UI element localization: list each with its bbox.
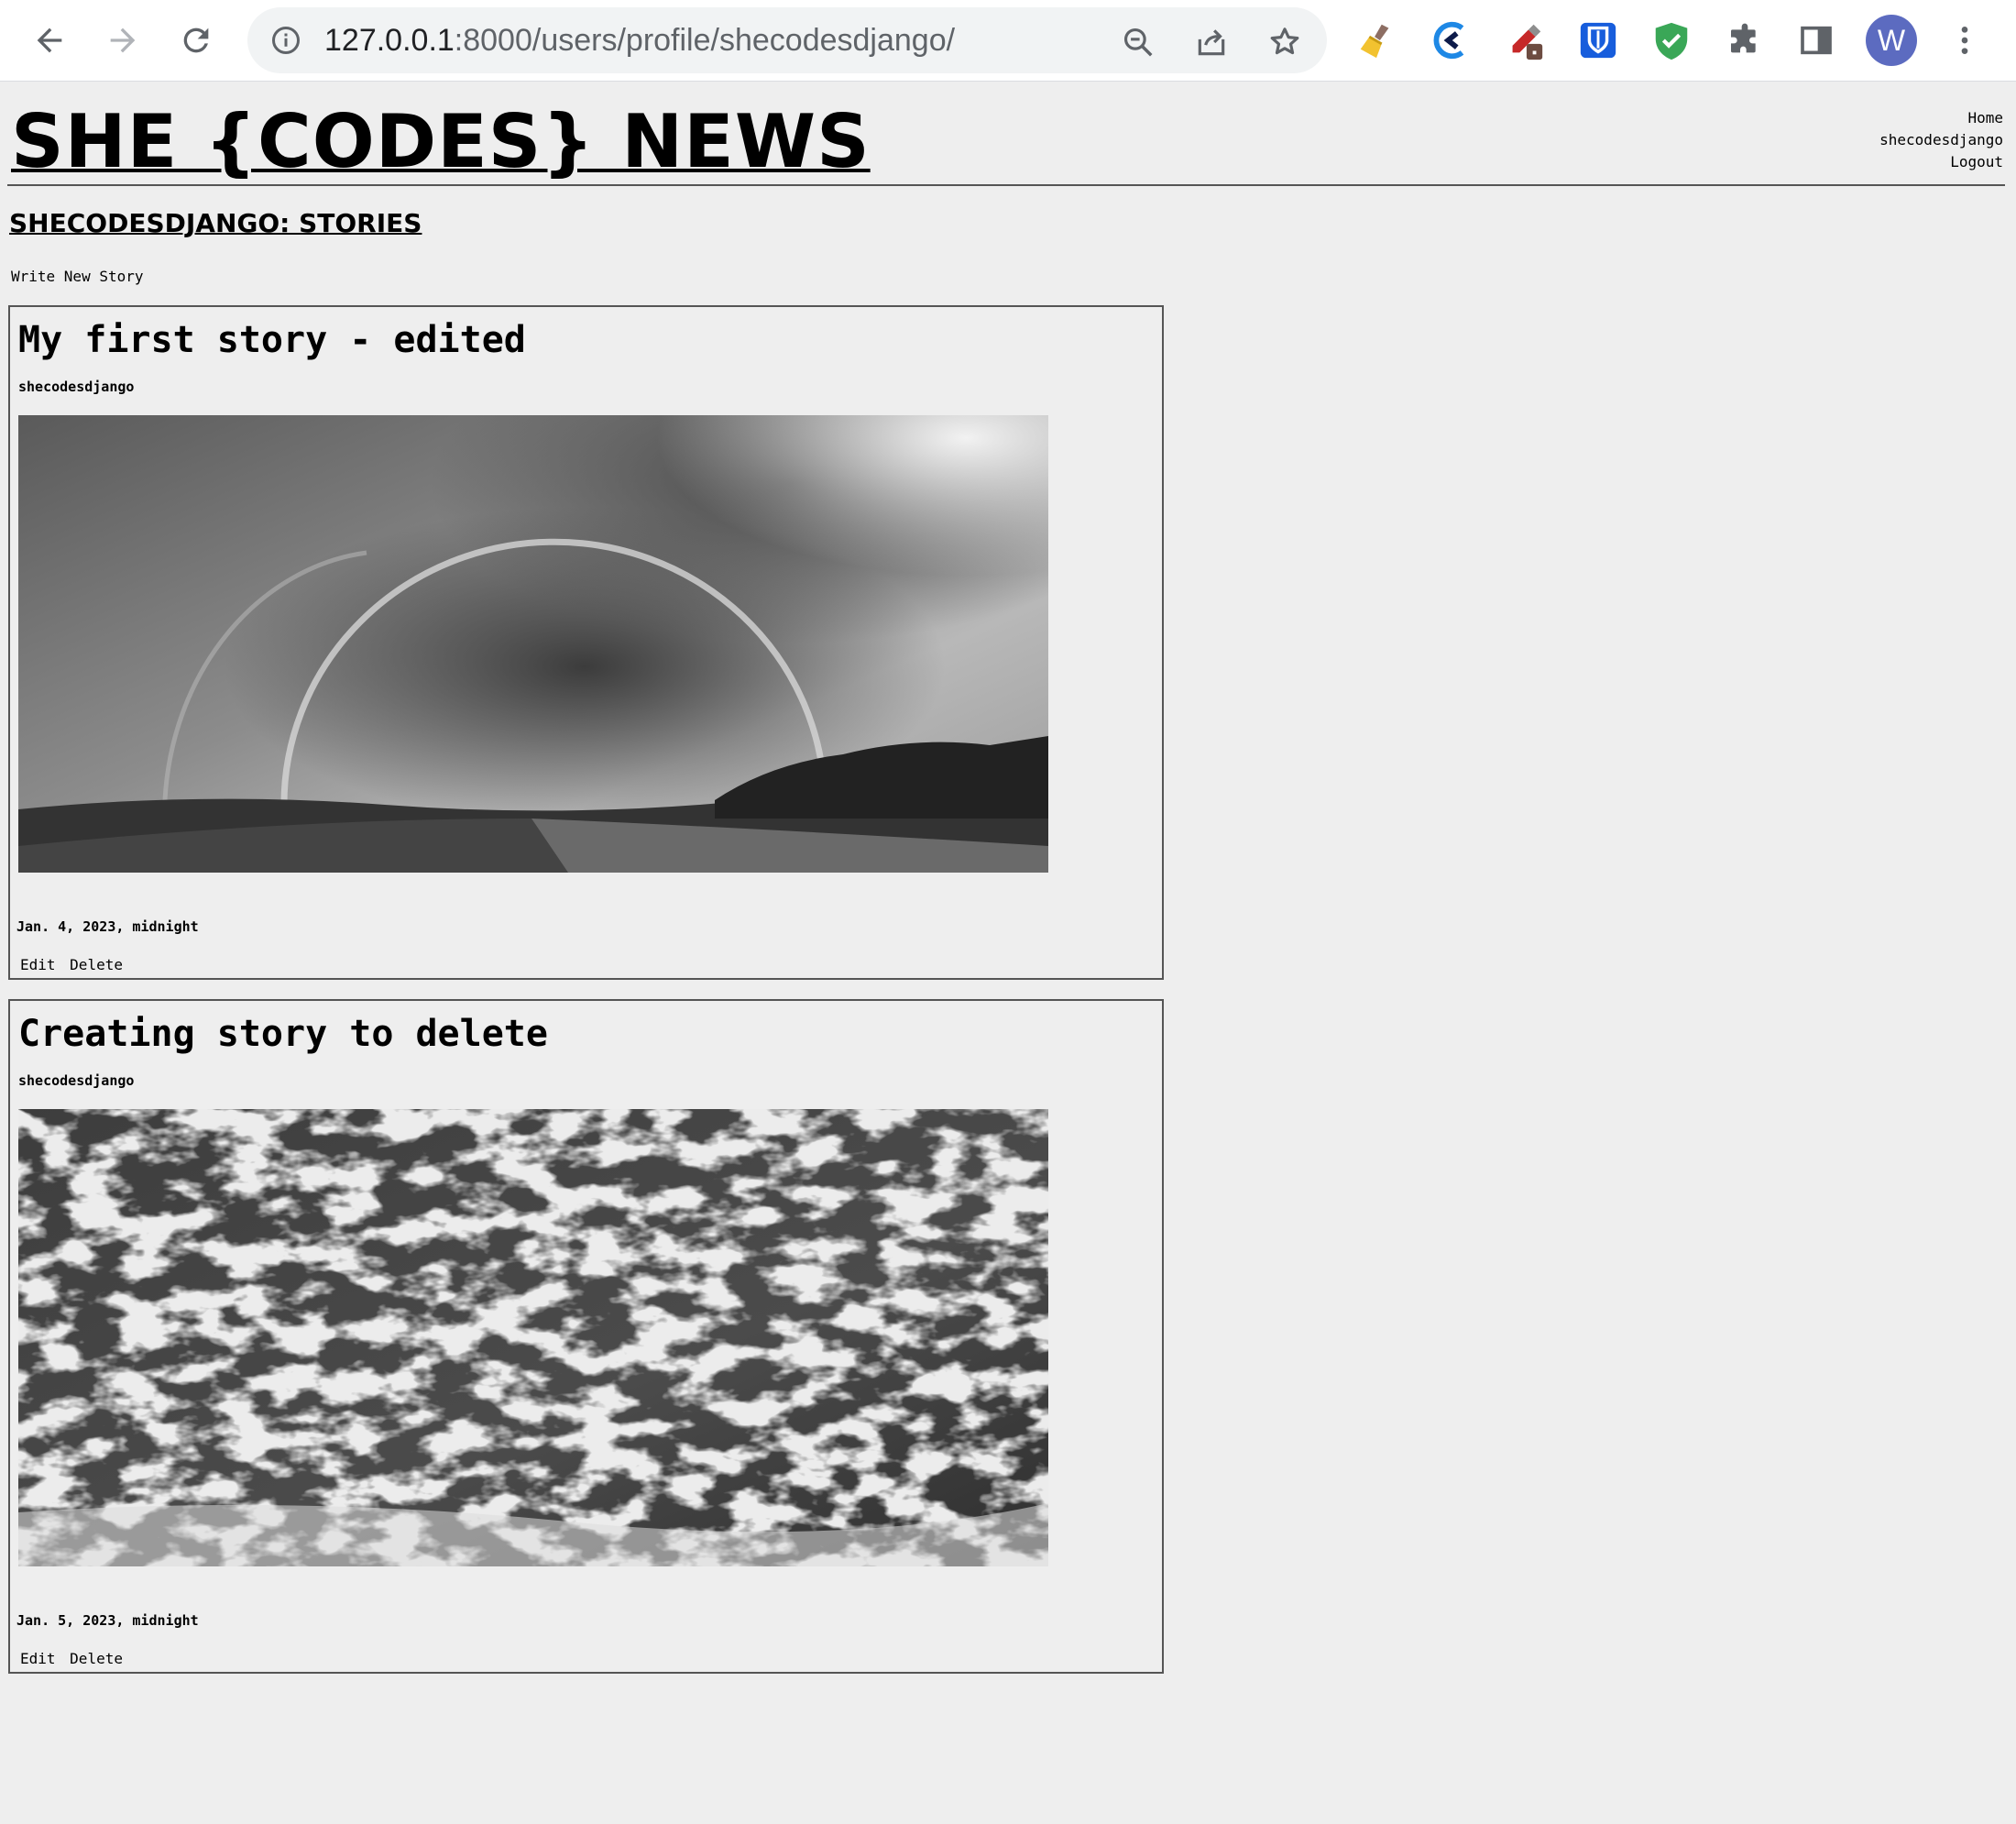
reload-icon [183, 27, 209, 53]
story-author: shecodesdjango [18, 1072, 135, 1089]
top-nav: Home shecodesdjango Logout [1879, 107, 2003, 173]
story-date: Jan. 5, 2023, midnight [16, 1612, 199, 1629]
side-panel-icon[interactable] [1792, 16, 1840, 64]
reload-button[interactable] [169, 13, 224, 68]
nav-profile-link[interactable]: shecodesdjango [1879, 129, 2003, 151]
bookmark-star-icon[interactable] [1265, 22, 1305, 62]
story-date: Jan. 4, 2023, midnight [16, 918, 199, 935]
story-card: My first story - edited shecodesdjango J… [8, 305, 1164, 980]
story-author: shecodesdjango [18, 379, 135, 395]
address-bar[interactable]: 127.0.0.1:8000/users/profile/shecodesdja… [247, 7, 1327, 73]
forward-icon [110, 27, 136, 53]
edit-story-link[interactable]: Edit [20, 956, 56, 973]
back-button[interactable] [22, 13, 77, 68]
url-path: :8000/users/profile/shecodesdjango/ [454, 23, 956, 58]
story-title: My first story - edited [18, 319, 526, 361]
zoom-out-icon[interactable] [1118, 22, 1158, 62]
header-divider [7, 184, 2005, 186]
story-title: Creating story to delete [18, 1013, 548, 1055]
url-host: 127.0.0.1 [324, 23, 455, 58]
story-actions: Edit Delete [20, 956, 128, 973]
browser-toolbar: 127.0.0.1:8000/users/profile/shecodesdja… [0, 0, 2016, 82]
shield-extension-icon[interactable] [1648, 16, 1695, 64]
profile-heading: SHECODESDJANGO: STORIES [9, 208, 422, 238]
broom-extension-icon[interactable] [1353, 16, 1400, 64]
extensions-puzzle-icon[interactable] [1721, 16, 1769, 64]
story-card: Creating story to delete shecodesdjango [8, 999, 1164, 1674]
forward-button[interactable] [95, 13, 150, 68]
delete-story-link[interactable]: Delete [70, 1650, 123, 1667]
rainbow-landscape-image [18, 415, 1048, 873]
site-info-icon[interactable] [268, 22, 304, 59]
arc-extension-icon[interactable] [1428, 16, 1475, 64]
url-text[interactable]: 127.0.0.1:8000/users/profile/shecodesdja… [324, 24, 955, 57]
write-new-story-link[interactable]: Write New Story [11, 268, 144, 285]
nav-home-link[interactable]: Home [1879, 107, 2003, 129]
page-content: SHE {CODES} NEWS Home shecodesdjango Log… [0, 82, 2016, 1824]
back-icon [37, 27, 62, 53]
ocean-waves-image [18, 1109, 1048, 1566]
story-actions: Edit Delete [20, 1650, 128, 1667]
delete-story-link[interactable]: Delete [70, 956, 123, 973]
bitwarden-extension-icon[interactable] [1574, 16, 1622, 64]
profile-avatar[interactable]: W [1866, 15, 1917, 66]
eyedropper-extension-icon[interactable] [1501, 16, 1549, 64]
kebab-menu-icon[interactable] [1941, 16, 1989, 64]
edit-story-link[interactable]: Edit [20, 1650, 56, 1667]
nav-logout-link[interactable]: Logout [1879, 151, 2003, 173]
site-title-link[interactable]: SHE {CODES} NEWS [11, 98, 871, 186]
share-icon[interactable] [1191, 22, 1232, 62]
